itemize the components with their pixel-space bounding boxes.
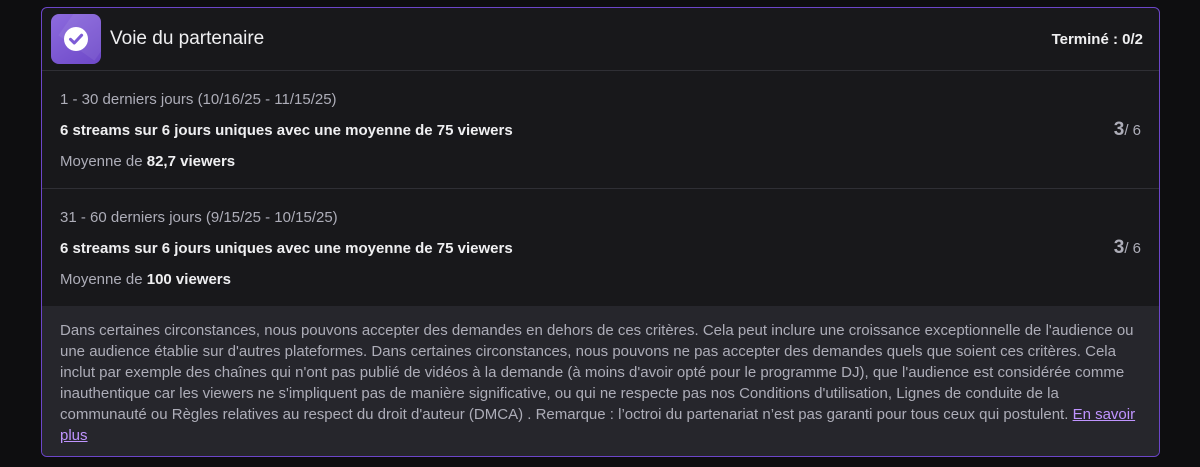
- period-average: Moyenne de 82,7 viewers: [60, 153, 1141, 171]
- eligibility-note: Dans certaines circonstances, nous pouvo…: [42, 306, 1159, 456]
- progress-count: 3/ 6: [1114, 237, 1141, 259]
- period-range: 31 - 60 derniers jours (9/15/25 - 10/15/…: [60, 209, 338, 226]
- count-total: / 6: [1124, 122, 1141, 139]
- average-prefix: Moyenne de: [60, 153, 143, 170]
- count-value: 3: [1113, 237, 1125, 258]
- period-requirement: 6 streams sur 6 jours uniques avec une m…: [60, 240, 513, 257]
- period-average: Moyenne de 100 viewers: [60, 271, 1141, 289]
- partner-path-card: Voie du partenaire Terminé : 0/2 1 - 30 …: [41, 7, 1160, 457]
- count-total: / 6: [1124, 240, 1141, 257]
- note-text: Dans certaines circonstances, nous pouvo…: [60, 322, 1134, 423]
- count-value: 3: [1113, 119, 1125, 140]
- period-row: 31 - 60 derniers jours (9/15/25 - 10/15/…: [42, 189, 1159, 306]
- average-value: 100 viewers: [146, 271, 231, 288]
- progress-count: 3/ 6: [1114, 119, 1141, 141]
- check-icon: [63, 26, 89, 52]
- partner-badge: [51, 14, 101, 64]
- average-prefix: Moyenne de: [60, 271, 143, 288]
- card-header: Voie du partenaire Terminé : 0/2: [42, 8, 1159, 71]
- period-row: 1 - 30 derniers jours (10/16/25 - 11/15/…: [42, 71, 1159, 189]
- average-value: 82,7 viewers: [146, 153, 236, 170]
- period-requirement: 6 streams sur 6 jours uniques avec une m…: [60, 122, 513, 139]
- completion-status: Terminé : 0/2: [1051, 30, 1143, 48]
- period-range: 1 - 30 derniers jours (10/16/25 - 11/15/…: [60, 91, 337, 108]
- card-title: Voie du partenaire: [110, 28, 265, 49]
